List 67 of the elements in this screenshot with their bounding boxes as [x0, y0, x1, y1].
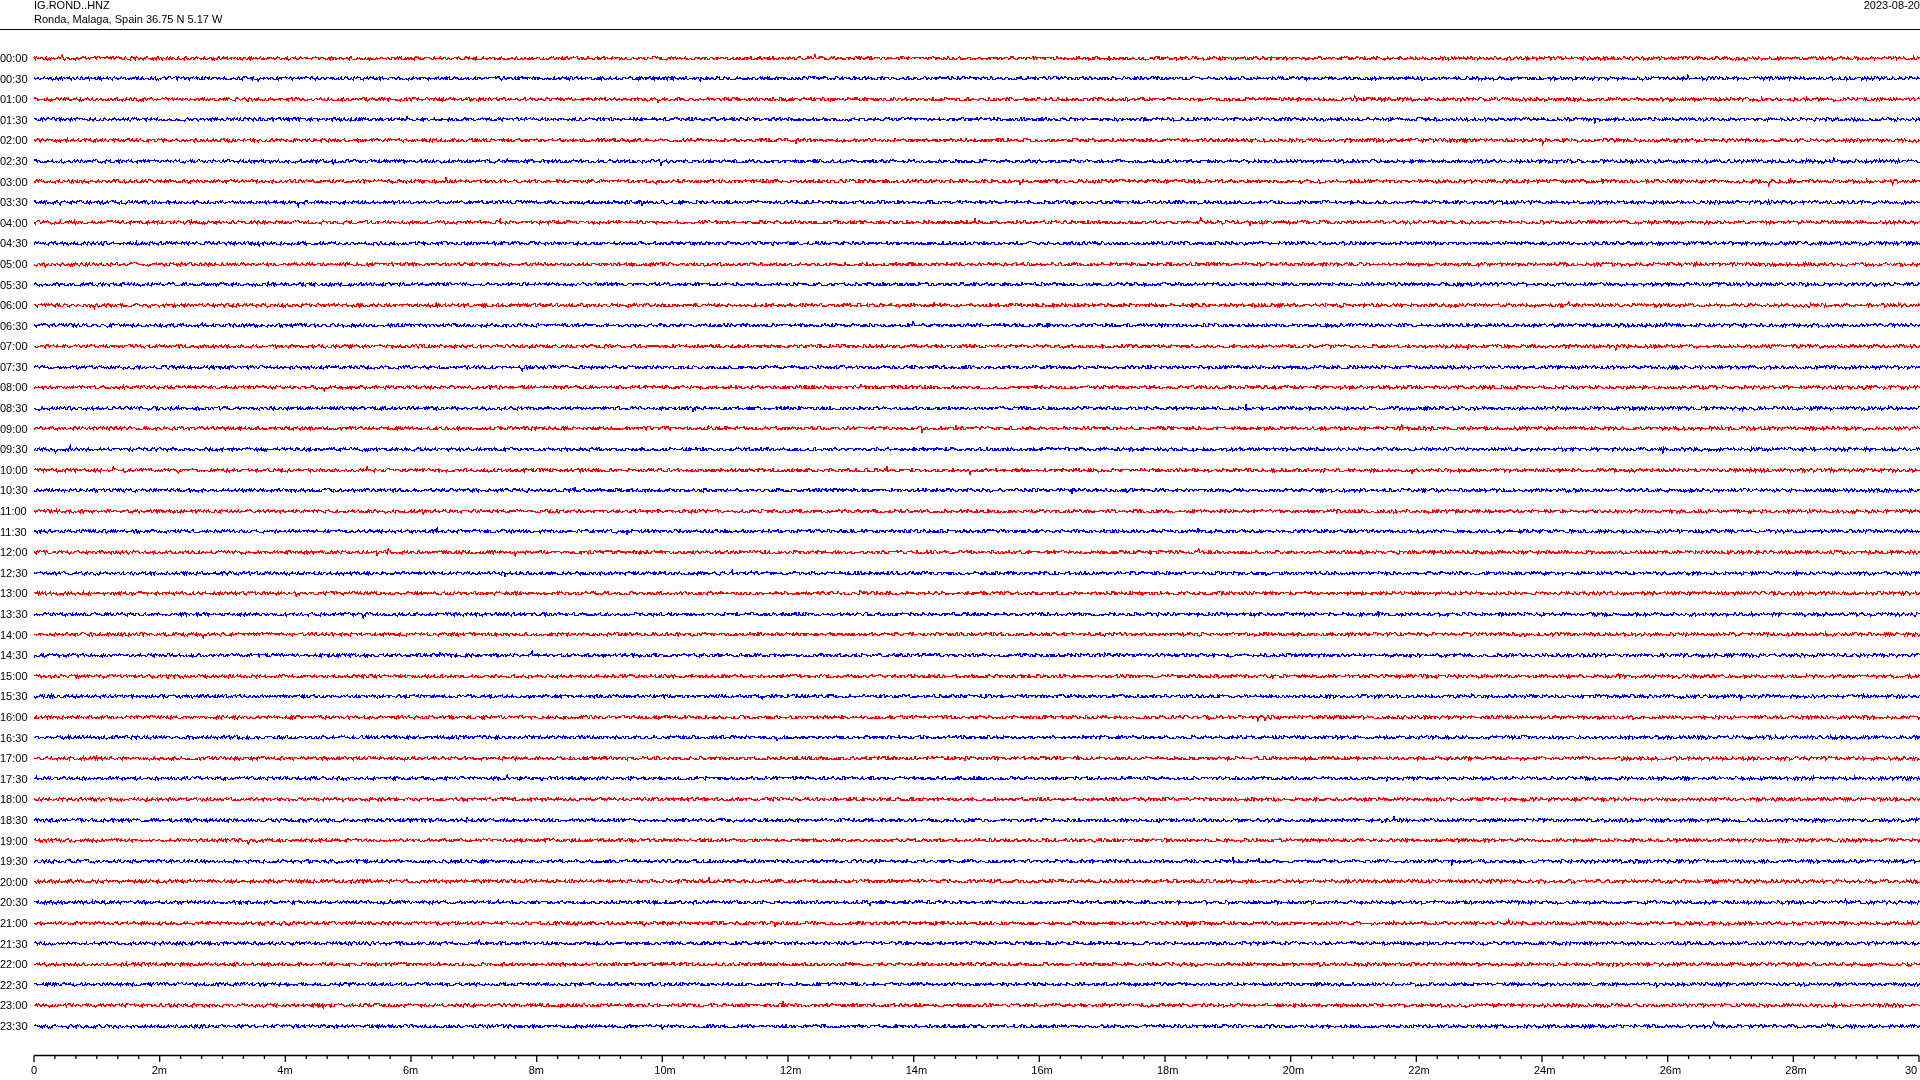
time-label: 04:00 — [0, 216, 29, 229]
axis-tick-label: 26m — [1659, 1064, 1682, 1077]
axis-tick-label: 10m — [654, 1064, 676, 1077]
time-label: 00:30 — [0, 72, 29, 85]
time-label: 21:00 — [0, 916, 29, 929]
time-label: 04:30 — [0, 237, 29, 250]
axis-tick-label: 28m — [1785, 1064, 1807, 1077]
axis-tick-label: 6m — [403, 1064, 419, 1077]
plot-date: 2023-08-20 — [1863, 0, 1920, 13]
axis-tick-label: 0 — [31, 1064, 38, 1077]
axis-tick-label: 12m — [780, 1064, 802, 1077]
time-label: 20:30 — [0, 896, 29, 909]
time-label: 07:30 — [0, 360, 29, 373]
time-label: 22:00 — [0, 958, 29, 971]
time-label: 13:00 — [0, 587, 29, 600]
time-label: 09:00 — [0, 422, 29, 435]
time-label: 11:30 — [0, 525, 28, 538]
time-label: 10:00 — [0, 463, 29, 476]
time-label: 19:00 — [0, 834, 29, 847]
time-label: 19:30 — [0, 855, 29, 868]
time-label: 15:30 — [0, 690, 29, 703]
time-label: 09:30 — [0, 443, 29, 456]
time-label: 16:00 — [0, 711, 29, 723]
time-label: 11:00 — [0, 505, 28, 518]
time-label: 08:30 — [0, 402, 29, 415]
station-code: IG.ROND..HNZ — [34, 0, 111, 12]
time-label: 01:00 — [0, 93, 29, 106]
time-label: 12:30 — [0, 566, 29, 579]
axis-tick-label: 20m — [1282, 1064, 1305, 1077]
time-label: 21:30 — [0, 937, 29, 950]
axis-tick-label: 22m — [1408, 1064, 1430, 1077]
axis-tick-label: 16m — [1031, 1064, 1053, 1077]
time-label: 02:30 — [0, 154, 29, 167]
station-location: Ronda, Malaga, Spain 36.75 N 5.17 W — [34, 12, 223, 26]
time-label: 14:30 — [0, 649, 29, 662]
time-label: 18:00 — [0, 793, 29, 806]
time-label: 05:30 — [0, 278, 29, 291]
time-label: 02:00 — [0, 134, 29, 147]
time-label: 05:00 — [0, 257, 29, 270]
axis-tick-label: 2m — [151, 1064, 167, 1077]
time-label: 22:30 — [0, 978, 29, 991]
time-label: 07:00 — [0, 340, 29, 353]
time-label: 00:00 — [0, 52, 29, 64]
time-label: 23:30 — [0, 1019, 29, 1032]
time-label: 18:30 — [0, 813, 29, 826]
time-label: 08:00 — [0, 381, 29, 394]
time-label: 23:00 — [0, 999, 29, 1012]
time-label: 17:30 — [0, 772, 29, 785]
time-label: 10:30 — [0, 484, 29, 497]
time-label: 20:00 — [0, 875, 29, 888]
time-label: 01:30 — [0, 113, 29, 126]
time-label: 13:30 — [0, 608, 29, 620]
time-label: 14:00 — [0, 628, 29, 641]
axis-tick-label: 24m — [1534, 1064, 1556, 1077]
axis-tick-label: 18m — [1157, 1064, 1179, 1077]
time-label: 03:00 — [0, 175, 29, 188]
time-label: 17:00 — [0, 752, 29, 765]
time-label: 15:00 — [0, 669, 29, 682]
axis-tick-label: 8m — [528, 1064, 544, 1077]
time-label: 03:30 — [0, 196, 29, 209]
time-label: 12:00 — [0, 546, 29, 559]
axis-tick-label: 30 — [1905, 1064, 1918, 1077]
time-label: 16:30 — [0, 731, 29, 744]
axis-tick-label: 4m — [277, 1064, 293, 1077]
time-label: 06:00 — [0, 299, 29, 312]
axis-tick-label: 14m — [905, 1064, 928, 1077]
time-label: 06:30 — [0, 319, 29, 332]
